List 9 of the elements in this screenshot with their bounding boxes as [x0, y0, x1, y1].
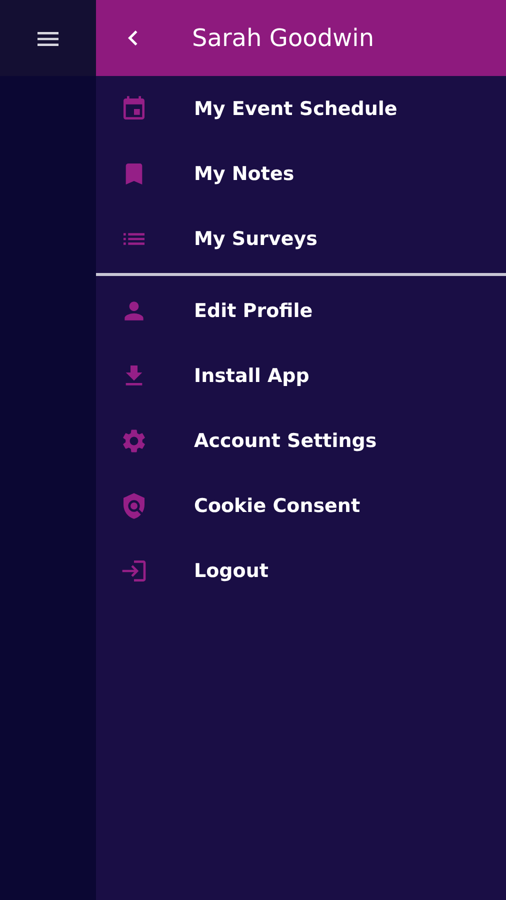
- menu-item[interactable]: Account Settings: [96, 408, 506, 473]
- menu-item[interactable]: Install App: [96, 343, 506, 408]
- menu-item[interactable]: My Notes: [96, 141, 506, 206]
- menu-item[interactable]: Cookie Consent: [96, 473, 506, 538]
- menu-item[interactable]: My Surveys: [96, 206, 506, 271]
- menu-item[interactable]: My Event Schedule: [96, 76, 506, 141]
- menu-item[interactable]: Logout: [96, 538, 506, 603]
- user-name: Sarah Goodwin: [192, 24, 374, 52]
- menu-item[interactable]: Edit Profile: [96, 278, 506, 343]
